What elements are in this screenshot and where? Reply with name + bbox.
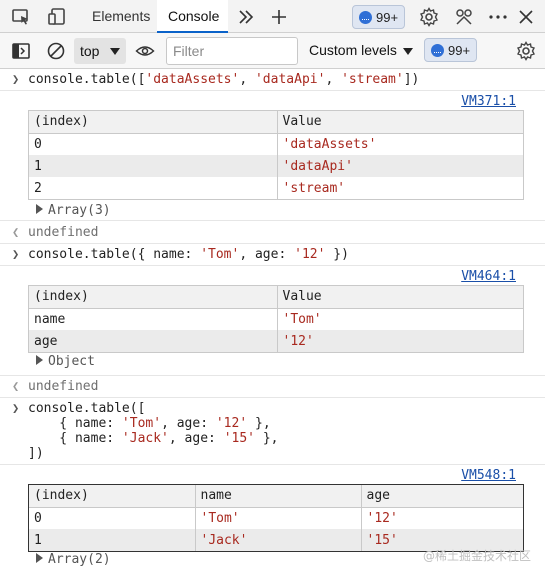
input-prompt-chevron-icon: ❯	[12, 401, 20, 415]
chevron-down-icon	[110, 48, 120, 55]
table-header[interactable]: (index)	[29, 286, 277, 309]
console-settings-gear-icon[interactable]	[515, 40, 537, 62]
issues-badge-toolbar[interactable]: 99+	[424, 38, 478, 62]
input-prompt-chevron-icon: ❯	[12, 247, 20, 261]
command-line: { name: 'Tom', age: '12' },	[28, 416, 271, 431]
table-row: name 'Tom'	[29, 308, 523, 330]
table-header[interactable]: Value	[276, 286, 523, 309]
log-levels-label: Custom levels	[309, 42, 397, 58]
table-cell: 0	[34, 510, 42, 526]
context-select[interactable]: top	[74, 38, 126, 64]
console-result-entry: ❮ undefined	[0, 221, 545, 244]
console-output: ❯ console.table(['dataAssets', 'dataApi'…	[0, 69, 545, 578]
more-options-icon[interactable]	[487, 6, 509, 28]
expand-triangle-icon	[36, 204, 43, 214]
table-cell: 2	[34, 180, 42, 196]
console-output-entry: VM464:1 (index) Value name 'Tom' age '12…	[0, 266, 545, 376]
console-input-entry: ❯ console.table({ name: 'Tom', age: '12'…	[0, 244, 545, 266]
source-link[interactable]: VM371:1	[461, 94, 516, 109]
customize-icon[interactable]	[453, 6, 475, 28]
issues-count: 99+	[448, 42, 471, 58]
table-cell: 'dataApi'	[276, 155, 523, 177]
table-cell: name	[34, 311, 66, 327]
source-link[interactable]: VM548:1	[461, 468, 516, 483]
more-tabs-chevron-icon[interactable]	[235, 6, 257, 28]
filter-input[interactable]	[166, 37, 298, 65]
expand-triangle-icon	[36, 553, 43, 563]
table-cell: '12'	[276, 330, 523, 352]
command-text: console.table(['dataAssets', 'dataApi', …	[28, 72, 420, 87]
console-table: (index) Value name 'Tom' age '12'	[28, 285, 524, 353]
command-line: ])	[28, 446, 44, 461]
issues-badge[interactable]: 99+	[352, 5, 406, 29]
console-result-entry: ❮ undefined	[0, 376, 545, 398]
table-row: 0 'dataAssets'	[29, 133, 523, 155]
table-header[interactable]: Value	[276, 111, 523, 134]
console-input-entry: ❯ console.table([ { name: 'Tom', age: '1…	[0, 398, 545, 465]
expandable-array[interactable]: Array(2)	[36, 552, 111, 567]
console-input-entry: ❯ console.table(['dataAssets', 'dataApi'…	[0, 69, 545, 91]
source-link[interactable]: VM464:1	[461, 269, 516, 284]
console-output-entry: VM371:1 (index) Value 0 'dataAssets' 1 '…	[0, 91, 545, 221]
tab-elements[interactable]: Elements	[92, 0, 150, 33]
close-icon[interactable]	[515, 6, 537, 28]
inspect-element-icon[interactable]	[10, 6, 32, 28]
result-chevron-icon: ❮	[12, 379, 20, 393]
expandable-array[interactable]: Array(3)	[36, 203, 111, 218]
table-cell: 'stream'	[276, 177, 523, 199]
live-expression-eye-icon[interactable]	[134, 40, 156, 62]
context-value: top	[80, 43, 100, 59]
table-row: 0 'Tom' '12'	[29, 507, 523, 529]
table-header[interactable]: name	[194, 485, 361, 508]
table-cell: 'dataAssets'	[276, 133, 523, 155]
table-cell: 0	[34, 136, 42, 152]
command-text: console.table({ name: 'Tom', age: '12' }…	[28, 247, 349, 262]
table-cell: 'Tom'	[276, 308, 523, 330]
devtools-tabbar: Elements Console 99+	[0, 0, 545, 33]
table-cell: age	[29, 330, 277, 352]
watermark: @稀土掘金技术社区	[422, 549, 531, 563]
log-levels-dropdown[interactable]: Custom levels	[309, 42, 413, 58]
input-prompt-chevron-icon: ❯	[12, 72, 20, 86]
chevron-down-icon	[402, 47, 413, 55]
table-header[interactable]: (index)	[29, 485, 195, 508]
tab-console[interactable]: Console	[157, 0, 228, 33]
command-line: { name: 'Jack', age: '15' },	[28, 431, 279, 446]
table-header[interactable]: (index)	[29, 111, 277, 134]
table-cell: 'Jack'	[194, 529, 361, 551]
table-row: 1 'dataApi'	[29, 155, 523, 177]
result-value: undefined	[28, 379, 99, 394]
message-icon	[359, 10, 372, 24]
issues-count: 99+	[376, 9, 399, 25]
console-table: (index) Value 0 'dataAssets' 1 'dataApi'…	[28, 110, 524, 200]
expand-triangle-icon	[36, 355, 43, 365]
sidebar-toggle-icon[interactable]	[10, 40, 32, 62]
add-tab-plus-icon[interactable]	[268, 6, 290, 28]
expandable-object[interactable]: Object	[36, 354, 95, 369]
clear-console-icon[interactable]	[45, 40, 67, 62]
console-toolbar: top Custom levels 99+	[0, 33, 545, 69]
device-toolbar-icon[interactable]	[46, 6, 68, 28]
message-icon	[431, 43, 444, 57]
result-value: undefined	[28, 225, 99, 240]
command-line: console.table([	[28, 401, 146, 416]
table-row: 2 'stream'	[29, 177, 523, 199]
table-cell: 'Tom'	[194, 507, 361, 529]
result-chevron-icon: ❮	[12, 225, 20, 239]
table-row: age '12'	[29, 330, 523, 352]
table-cell: 1	[29, 529, 195, 551]
table-header[interactable]: age	[360, 485, 523, 508]
console-table: (index) name age 0 'Tom' '12' 1 'Jack' '…	[28, 484, 524, 552]
table-cell: '12'	[360, 507, 523, 529]
settings-gear-icon[interactable]	[418, 6, 440, 28]
table-cell: 1	[29, 155, 277, 177]
